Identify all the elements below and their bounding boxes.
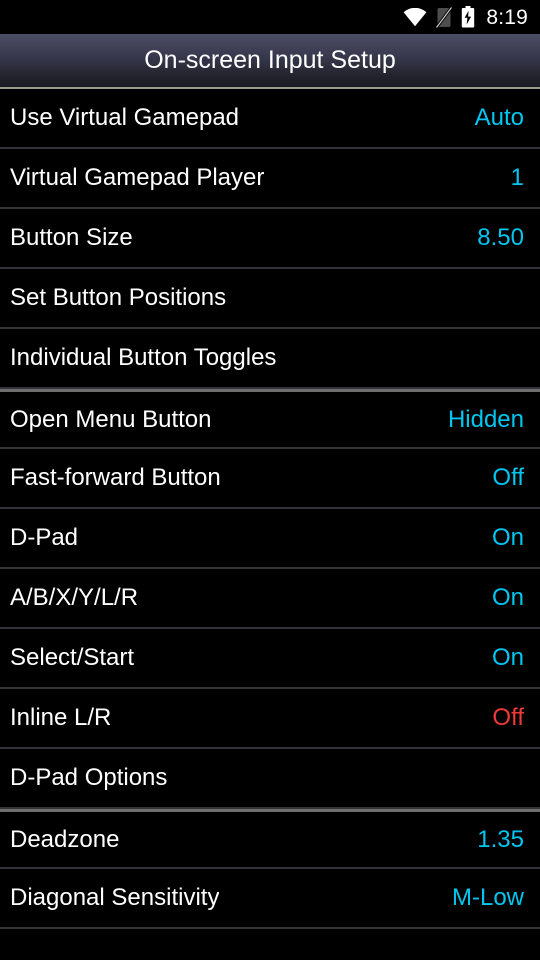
list-item-label: Individual Button Toggles xyxy=(10,346,277,370)
list-item-value: 1.35 xyxy=(477,825,524,853)
list-item-label: D-Pad Options xyxy=(10,766,168,790)
list-item-value: 1 xyxy=(510,164,524,191)
list-item-inline-lr[interactable]: Inline L/R Off xyxy=(0,689,540,749)
status-bar: 8:19 xyxy=(0,0,540,34)
list-item-value: On xyxy=(491,524,524,551)
list-item-diagonal-sensitivity[interactable]: Diagonal Sensitivity M-Low xyxy=(0,869,540,929)
list-item-value: M-Low xyxy=(451,884,524,911)
page-title: On-screen Input Setup xyxy=(144,46,396,74)
battery-charging-icon xyxy=(461,6,475,28)
list-item-set-button-positions[interactable]: Set Button Positions xyxy=(0,269,540,329)
list-item-use-virtual-gamepad[interactable]: Use Virtual Gamepad Auto xyxy=(0,89,540,149)
list-item-value: 8.50 xyxy=(477,224,524,251)
list-item-label: Button Size xyxy=(10,226,133,250)
list-item-open-menu-button[interactable]: Open Menu Button Hidden xyxy=(0,389,540,449)
list-item-value: Off xyxy=(492,464,524,491)
list-item-label: Deadzone xyxy=(10,827,120,852)
list-item-value: Auto xyxy=(474,104,524,131)
list-item-label: Inline L/R xyxy=(10,706,112,730)
list-item-fast-forward-button[interactable]: Fast-forward Button Off xyxy=(0,449,540,509)
list-item-label: A/B/X/Y/L/R xyxy=(10,586,139,610)
list-item-value: Off xyxy=(492,704,524,731)
list-item-label: Fast-forward Button xyxy=(10,466,221,490)
settings-list[interactable]: Use Virtual Gamepad Auto Virtual Gamepad P… xyxy=(0,89,540,929)
list-item-d-pad[interactable]: D-Pad On xyxy=(0,509,540,569)
list-item-label: Use Virtual Gamepad xyxy=(10,106,240,130)
list-item-face-shoulder-buttons[interactable]: A/B/X/Y/L/R On xyxy=(0,569,540,629)
list-item-label: Open Menu Button xyxy=(10,407,212,432)
list-item-value: On xyxy=(491,584,524,611)
list-item-virtual-gamepad-player[interactable]: Virtual Gamepad Player 1 xyxy=(0,149,540,209)
list-item-deadzone[interactable]: Deadzone 1.35 xyxy=(0,809,540,869)
list-item-label: Virtual Gamepad Player xyxy=(10,166,265,190)
list-item-d-pad-options[interactable]: D-Pad Options xyxy=(0,749,540,809)
list-item-select-start[interactable]: Select/Start On xyxy=(0,629,540,689)
list-item-button-size[interactable]: Button Size 8.50 xyxy=(0,209,540,269)
wifi-icon xyxy=(403,7,427,27)
list-item-label: Diagonal Sensitivity xyxy=(10,886,220,910)
list-item-label: D-Pad xyxy=(10,526,79,550)
signal-off-icon xyxy=(436,6,453,28)
title-bar: On-screen Input Setup xyxy=(0,34,540,89)
list-item-value: Hidden xyxy=(447,405,524,433)
list-item-value: On xyxy=(491,644,524,671)
list-item-label: Set Button Positions xyxy=(10,286,227,310)
list-item-label: Select/Start xyxy=(10,646,135,670)
status-bar-clock: 8:19 xyxy=(486,5,528,29)
list-item-individual-button-toggles[interactable]: Individual Button Toggles xyxy=(0,329,540,389)
